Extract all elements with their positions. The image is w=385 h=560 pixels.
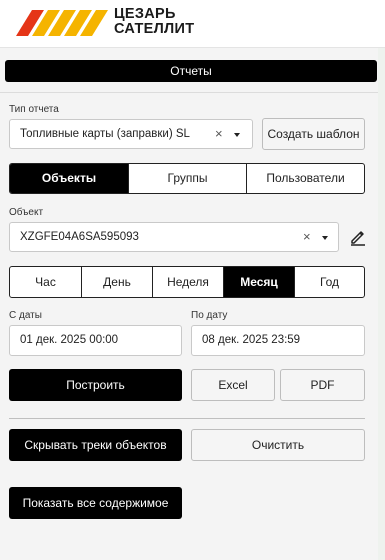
chevron-down-icon[interactable] (234, 133, 240, 137)
period-tabs: Час День Неделя Месяц Год (9, 266, 365, 298)
date-to-label: По дату (191, 310, 228, 321)
report-type-value: Топливные карты (заправки) SL (20, 128, 190, 140)
divider (0, 92, 378, 93)
tab-users[interactable]: Пользователи (246, 164, 364, 193)
show-all-button[interactable]: Показать все содержимое (9, 487, 182, 519)
report-type-select[interactable]: Топливные карты (заправки) SL × (9, 119, 253, 149)
map-edge (378, 48, 385, 560)
excel-button[interactable]: Excel (191, 369, 275, 401)
chevron-down-icon[interactable] (322, 236, 328, 240)
tab-hour[interactable]: Час (10, 267, 81, 297)
brand-name: ЦЕЗАРЬ САТЕЛЛИТ (114, 7, 194, 37)
date-from-value: 01 дек. 2025 00:00 (20, 334, 119, 346)
object-value: XZGFE04A6SA595093 (20, 231, 139, 243)
pdf-button[interactable]: PDF (280, 369, 365, 401)
tab-year[interactable]: Год (294, 267, 364, 297)
brand-line2: САТЕЛЛИТ (114, 21, 195, 37)
clear-button[interactable]: Очистить (191, 429, 365, 461)
tab-day[interactable]: День (81, 267, 152, 297)
build-button[interactable]: Построить (9, 369, 182, 401)
date-from-label: С даты (9, 310, 42, 321)
app-header: ЦЕЗАРЬ САТЕЛЛИТ (0, 0, 385, 48)
edit-pencil-icon[interactable] (349, 228, 367, 246)
report-type-label: Тип отчета (9, 104, 59, 115)
tab-objects[interactable]: Объекты (10, 164, 128, 193)
clear-icon[interactable]: × (215, 126, 223, 141)
hide-tracks-button[interactable]: Скрывать треки объектов (9, 429, 182, 461)
tab-groups[interactable]: Группы (128, 164, 246, 193)
object-label: Объект (9, 207, 44, 218)
tab-month[interactable]: Месяц (223, 267, 294, 297)
date-from-input[interactable]: 01 дек. 2025 00:00 (9, 325, 182, 356)
object-tabs: Объекты Группы Пользователи (9, 163, 365, 194)
reports-button[interactable]: Отчеты (5, 60, 377, 82)
tab-week[interactable]: Неделя (152, 267, 223, 297)
brand-logo-icon (16, 10, 108, 36)
create-template-button[interactable]: Создать шаблон (262, 118, 365, 150)
date-to-input[interactable]: 08 дек. 2025 23:59 (191, 325, 365, 356)
clear-icon[interactable]: × (303, 229, 311, 244)
divider (9, 418, 365, 419)
object-select[interactable]: XZGFE04A6SA595093 × (9, 222, 339, 252)
brand-line1: ЦЕЗАРЬ (114, 6, 176, 22)
date-to-value: 08 дек. 2025 23:59 (202, 334, 301, 346)
